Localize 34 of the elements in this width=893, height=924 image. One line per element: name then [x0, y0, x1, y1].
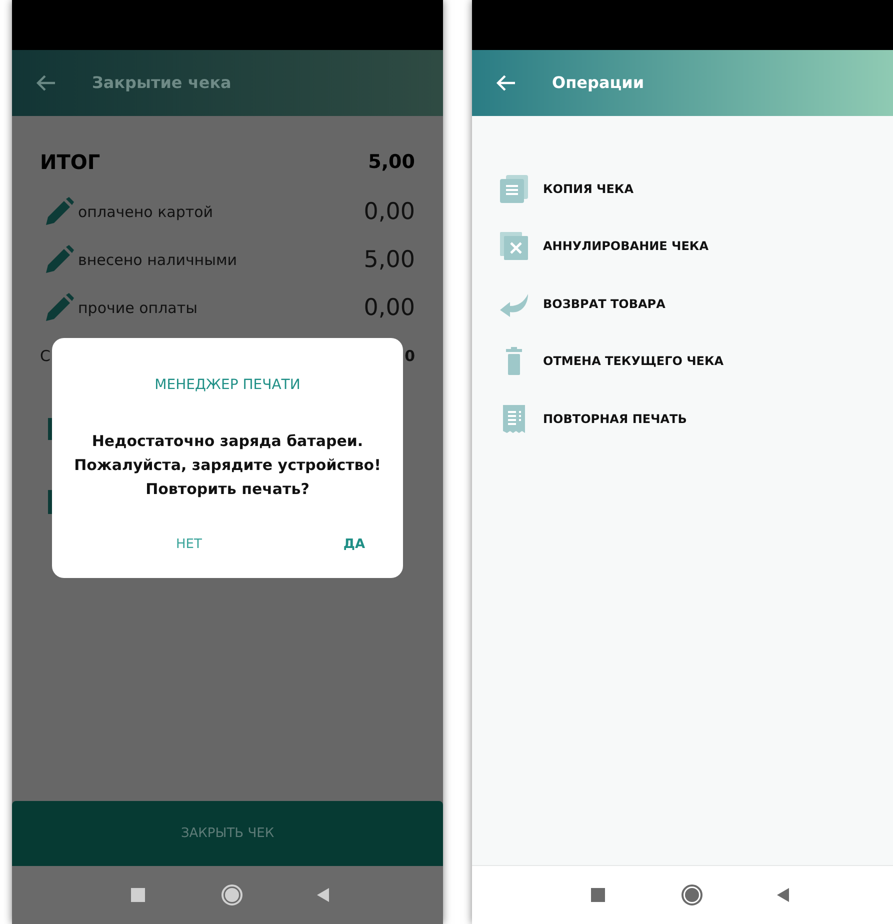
- payment-value: 0,00: [364, 198, 415, 227]
- row-label: С: [40, 346, 50, 367]
- operation-item[interactable]: ВОЗВРАТ ТОВАРА: [543, 294, 666, 313]
- home-icon: [221, 884, 243, 906]
- operation-item[interactable]: ПОВТОРНАЯ ПЕЧАТЬ: [543, 410, 687, 428]
- operation-item[interactable]: АННУЛИРОВАНИЕ ЧЕКА: [543, 237, 709, 256]
- payment-label: оплачено картой: [78, 202, 214, 223]
- payment-label: прочие оплаты: [78, 298, 198, 319]
- home-icon: [681, 884, 703, 906]
- back-arrow-icon: [36, 75, 56, 91]
- pencil-icon: [44, 197, 74, 227]
- operation-item[interactable]: КОПИЯ ЧЕКА: [543, 180, 634, 198]
- screen-title: Закрытие чека: [92, 72, 232, 94]
- pencil-icon: [44, 293, 74, 323]
- payment-value: 0,00: [364, 294, 415, 323]
- copy-icon: [500, 174, 528, 203]
- total-label: ИТОГ: [40, 149, 100, 176]
- total-value: 5,00: [368, 150, 415, 175]
- payment-value: 5,00: [364, 246, 415, 275]
- receipt-icon: [500, 404, 528, 433]
- dialog-message: Недостаточно заряда батареи. Пожалуйста, зарядите устройство! Повторить печать?: [74, 431, 381, 500]
- void-receipt-icon: [500, 232, 528, 260]
- dialog-title: МЕНЕДЖЕР ПЕЧАТИ: [154, 376, 300, 395]
- back-arrow-icon: [496, 75, 516, 91]
- operation-item[interactable]: ОТМЕНА ТЕКУЩЕГО ЧЕКА: [543, 352, 724, 370]
- yes-button[interactable]: ДА: [341, 534, 367, 554]
- screen-title: Операции: [552, 72, 644, 94]
- payment-label: внесено наличными: [78, 250, 238, 271]
- back-icon: [317, 888, 329, 902]
- square-icon: [591, 888, 605, 902]
- pencil-icon: [44, 245, 74, 275]
- square-icon: [131, 888, 145, 902]
- back-icon: [777, 888, 789, 902]
- row-value: 0: [404, 346, 415, 367]
